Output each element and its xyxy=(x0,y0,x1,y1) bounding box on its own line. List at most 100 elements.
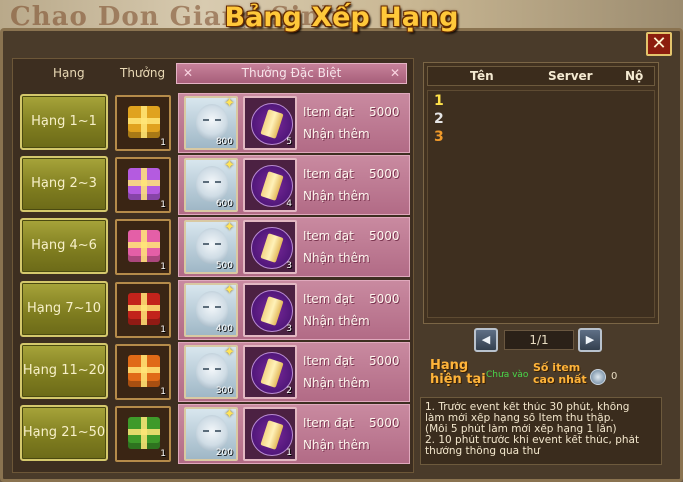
close-button[interactable]: ✕ xyxy=(646,32,672,56)
avatar-item-slot[interactable]: ✦ 300 xyxy=(184,345,238,399)
avatar-item-slot[interactable]: ✦ 600 xyxy=(184,158,238,212)
max-item-label-line2: cao nhất xyxy=(533,373,587,386)
gift-slot[interactable]: 1 xyxy=(115,219,171,275)
gift-quantity: 1 xyxy=(160,449,166,459)
bonus-label: Nhận thêm xyxy=(303,438,370,452)
gift-box-icon xyxy=(128,355,160,387)
gift-box-icon xyxy=(128,230,160,262)
special-reward-strip: ✦ 600 4 Item đạt 5000 Nhận thêm xyxy=(178,155,410,215)
special-reward-strip: ✦ 800 5 Item đạt 5000 Nhận thêm xyxy=(178,93,410,153)
scroll-item-quantity: 4 xyxy=(286,199,292,209)
current-rank-label: Hạng hiện tại xyxy=(430,359,486,387)
bonus-label: Nhận thêm xyxy=(303,189,370,203)
scroll-item-slot[interactable]: 2 xyxy=(243,345,297,399)
bonus-label: Nhận thêm xyxy=(303,314,370,328)
current-rank-value: Chưa vào xyxy=(486,370,529,380)
special-reward-header-label: Thưởng Đặc Biệt xyxy=(241,66,342,80)
item-requirement-value: 5000 xyxy=(369,416,400,430)
pagination: ◀ 1/1 ▶ xyxy=(474,328,604,352)
gift-quantity: 1 xyxy=(160,262,166,272)
gift-quantity: 1 xyxy=(160,138,166,148)
name-column-header: Tên xyxy=(470,69,494,83)
gift-slot[interactable]: 1 xyxy=(115,157,171,213)
gift-quantity: 1 xyxy=(160,325,166,335)
reward-column-header: Thưởng xyxy=(120,66,166,80)
gift-box-icon xyxy=(128,106,160,138)
gift-slot[interactable]: 1 xyxy=(115,406,171,462)
item-requirement-label: Item đạt xyxy=(303,354,354,368)
rank-column-header: Hạng xyxy=(53,66,85,80)
rank-tier-button[interactable]: Hạng 2~3 xyxy=(20,156,108,212)
avatar-item-quantity: 500 xyxy=(215,261,233,271)
gift-box-icon xyxy=(128,417,160,449)
no-column-header: Nộ xyxy=(625,69,644,83)
item-requirement-label: Item đạt xyxy=(303,292,354,306)
scroll-item-slot[interactable]: 1 xyxy=(243,407,297,461)
avatar-item-slot[interactable]: ✦ 500 xyxy=(184,220,238,274)
rank-tier-button[interactable]: Hạng 1~1 xyxy=(20,94,108,150)
avatar-item-quantity: 600 xyxy=(215,199,233,209)
rank-tier-button[interactable]: Hạng 11~20 xyxy=(20,343,108,399)
max-item-value: 0 xyxy=(611,371,618,382)
reward-row: Hạng 7~10 1 ✦ 400 3 Item đạt 5000 Nhận t… xyxy=(18,280,410,340)
note-line: làm mới xếp hạng số Item thu thập. xyxy=(425,413,614,424)
avatar-item-slot[interactable]: ✦ 200 xyxy=(184,407,238,461)
note-line: thưởng thông qua thư xyxy=(425,446,540,457)
next-page-button[interactable]: ▶ xyxy=(578,328,602,352)
gift-quantity: 1 xyxy=(160,200,166,210)
server-column-header: Server xyxy=(548,69,593,83)
avatar-item-quantity: 800 xyxy=(215,137,233,147)
gift-slot[interactable]: 1 xyxy=(115,282,171,338)
current-rank-label-line1: Hạng xyxy=(430,358,469,373)
item-requirement-label: Item đạt xyxy=(303,105,354,119)
event-notes: 1. Trước event kết thúc 30 phút, không l… xyxy=(420,397,662,465)
item-requirement-label: Item đạt xyxy=(303,416,354,430)
avatar-item-slot[interactable]: ✦ 800 xyxy=(184,96,238,150)
avatar-item-slot[interactable]: ✦ 400 xyxy=(184,283,238,337)
gift-box-icon xyxy=(128,293,160,325)
special-reward-header: ✕ Thưởng Đặc Biệt ✕ xyxy=(176,63,407,84)
gift-slot[interactable]: 1 xyxy=(115,95,171,151)
special-reward-strip: ✦ 300 2 Item đạt 5000 Nhận thêm xyxy=(178,342,410,402)
rank-tier-button[interactable]: Hạng 7~10 xyxy=(20,281,108,337)
reward-row: Hạng 11~20 1 ✦ 300 2 Item đạt 5000 Nhận … xyxy=(18,342,410,402)
left-ornament-icon: ✕ xyxy=(183,66,194,80)
scroll-item-quantity: 1 xyxy=(286,448,292,458)
avatar-item-quantity: 300 xyxy=(215,386,233,396)
item-requirement-value: 5000 xyxy=(369,167,400,181)
star-icon: ✦ xyxy=(224,407,235,422)
bonus-label: Nhận thêm xyxy=(303,251,370,265)
star-icon: ✦ xyxy=(224,220,235,235)
item-requirement-value: 5000 xyxy=(369,229,400,243)
reward-row: Hạng 4~6 1 ✦ 500 3 Item đạt 5000 Nhận th… xyxy=(18,217,410,277)
rank-number-2: 2 xyxy=(434,111,444,127)
prev-page-button[interactable]: ◀ xyxy=(474,328,498,352)
item-orb-icon xyxy=(590,369,606,385)
gift-box-icon xyxy=(128,168,160,200)
leaderboard-list[interactable] xyxy=(427,90,655,318)
gift-slot[interactable]: 1 xyxy=(115,344,171,400)
special-reward-strip: ✦ 400 3 Item đạt 5000 Nhận thêm xyxy=(178,280,410,340)
max-item-label: Số item cao nhất xyxy=(533,362,587,386)
page-indicator: 1/1 xyxy=(504,330,574,350)
rank-tier-button[interactable]: Hạng 21~50 xyxy=(20,405,108,461)
item-requirement-value: 5000 xyxy=(369,354,400,368)
rank-tier-button[interactable]: Hạng 4~6 xyxy=(20,218,108,274)
star-icon: ✦ xyxy=(224,283,235,298)
scroll-item-slot[interactable]: 3 xyxy=(243,220,297,274)
scroll-item-slot[interactable]: 3 xyxy=(243,283,297,337)
avatar-item-quantity: 200 xyxy=(215,448,233,458)
scroll-item-slot[interactable]: 4 xyxy=(243,158,297,212)
item-requirement-value: 5000 xyxy=(369,105,400,119)
scroll-item-quantity: 5 xyxy=(286,137,292,147)
note-line: 2. 10 phút trước khi event kết thúc, phá… xyxy=(425,435,640,446)
note-line: (Mỗi 5 phút làm mới xếp hạng 1 lần) xyxy=(425,424,617,435)
note-line: 1. Trước event kết thúc 30 phút, không xyxy=(425,402,630,413)
item-requirement-label: Item đạt xyxy=(303,167,354,181)
reward-row: Hạng 2~3 1 ✦ 600 4 Item đạt 5000 Nhận th… xyxy=(18,155,410,215)
star-icon: ✦ xyxy=(224,345,235,360)
bonus-label: Nhận thêm xyxy=(303,127,370,141)
scroll-item-quantity: 2 xyxy=(286,386,292,396)
scroll-item-quantity: 3 xyxy=(286,261,292,271)
scroll-item-slot[interactable]: 5 xyxy=(243,96,297,150)
